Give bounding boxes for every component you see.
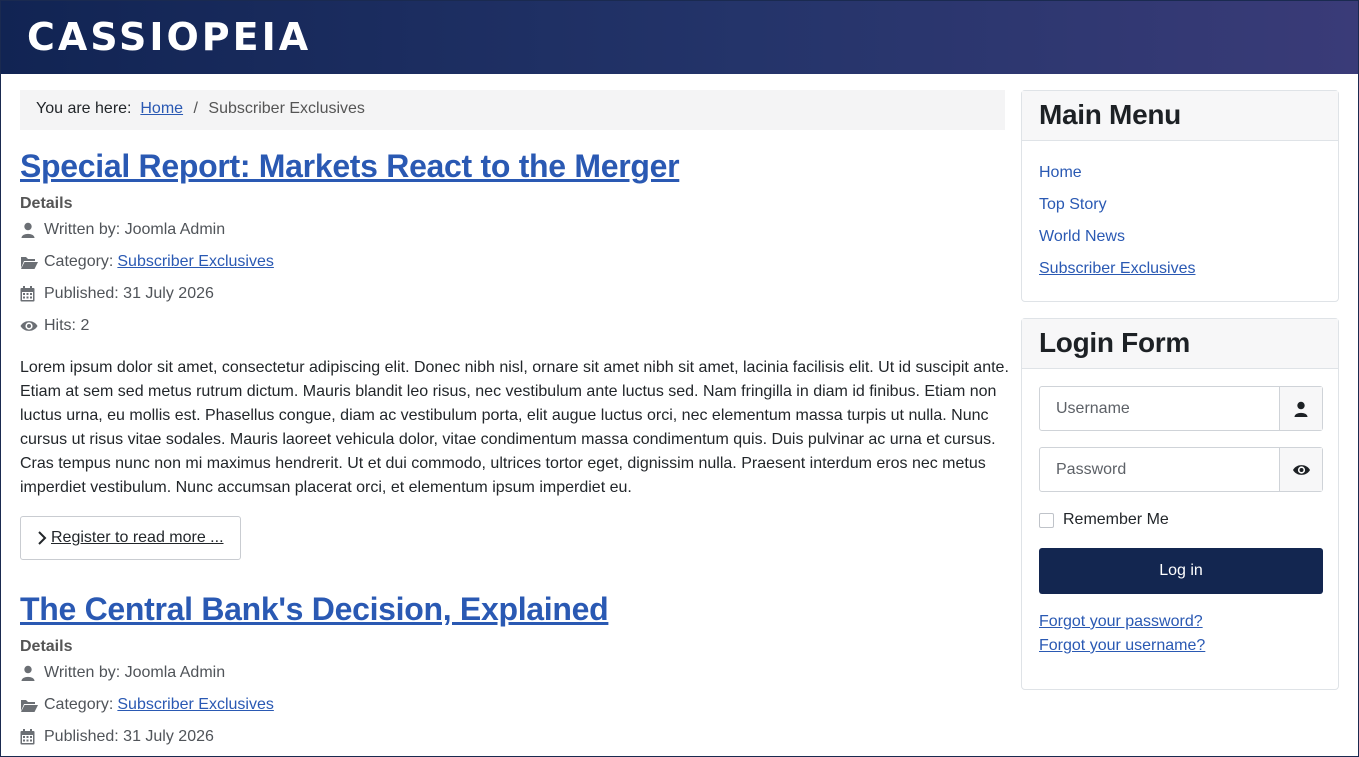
username-input[interactable] bbox=[1040, 387, 1279, 430]
article-intro-text: Lorem ipsum dolor sit amet, consectetur … bbox=[20, 359, 1009, 496]
main-menu-title: Main Menu bbox=[1022, 91, 1338, 141]
menu-item-subscriber-exclusives: Subscriber Exclusives bbox=[1039, 257, 1321, 289]
article-author: Written by: Joomla Admin bbox=[20, 214, 1005, 246]
breadcrumb-home-link[interactable]: Home bbox=[140, 100, 183, 117]
article-details-label: Details bbox=[20, 638, 73, 655]
breadcrumb: You are here: Home / Subscriber Exclusiv… bbox=[20, 90, 1005, 130]
login-button[interactable]: Log in bbox=[1039, 548, 1323, 594]
calendar-icon bbox=[20, 729, 40, 745]
article-author-text: Written by: Joomla Admin bbox=[44, 221, 226, 238]
article-category: Category: Subscriber Exclusives bbox=[20, 689, 1005, 721]
calendar-icon bbox=[20, 286, 40, 302]
remember-me-checkbox[interactable] bbox=[1039, 512, 1054, 528]
forgot-username-link[interactable]: Forgot your username? bbox=[1039, 634, 1205, 658]
breadcrumb-prefix: You are here: bbox=[36, 100, 132, 117]
login-form-title: Login Form bbox=[1022, 319, 1338, 369]
article-category-label: Category: bbox=[44, 253, 114, 270]
remember-me[interactable]: Remember Me bbox=[1039, 511, 1169, 529]
menu-item-top-story: Top Story bbox=[1039, 193, 1321, 225]
page-frame: CASSIOPEIA You are here: Home / Subscrib… bbox=[0, 0, 1359, 757]
article-category-link[interactable]: Subscriber Exclusives bbox=[117, 696, 274, 714]
article-author-text: Written by: Joomla Admin bbox=[44, 664, 226, 681]
article-published-text: Published: 31 July 2026 bbox=[44, 285, 214, 302]
folder-icon bbox=[20, 254, 40, 270]
menu-item-home: Home bbox=[1039, 161, 1321, 193]
username-field bbox=[1039, 386, 1323, 431]
article-hits: Hits: 2 bbox=[20, 310, 1005, 342]
password-field bbox=[1039, 447, 1323, 492]
password-input[interactable] bbox=[1040, 448, 1279, 491]
login-form-module: Login Form Remember Me Log in Forgot you… bbox=[1021, 318, 1339, 690]
user-icon bbox=[20, 665, 40, 681]
article-category-label: Category: bbox=[44, 696, 114, 713]
register-read-more-button[interactable]: Register to read more ... bbox=[20, 516, 241, 560]
remember-me-label: Remember Me bbox=[1063, 511, 1169, 528]
article-item: The Central Bank's Decision, Explained D… bbox=[20, 589, 1005, 753]
article-published: Published: 31 July 2026 bbox=[20, 278, 1005, 310]
forgot-links: Forgot your password? Forgot your userna… bbox=[1039, 610, 1205, 658]
menu-link-subscriber-exclusives[interactable]: Subscriber Exclusives bbox=[1039, 260, 1196, 277]
article-item: Special Report: Markets React to the Mer… bbox=[20, 146, 1009, 560]
chevron-right-icon bbox=[37, 531, 47, 545]
menu-link-home[interactable]: Home bbox=[1039, 164, 1082, 181]
main-menu-module: Main Menu Home Top Story World News Subs… bbox=[1021, 90, 1339, 302]
article-published-text: Published: 31 July 2026 bbox=[44, 728, 214, 745]
article-details-label: Details bbox=[20, 195, 73, 212]
article-hits-text: Hits: 2 bbox=[44, 317, 90, 334]
eye-icon bbox=[20, 318, 40, 334]
user-icon bbox=[1279, 387, 1322, 430]
article-title-link[interactable]: Special Report: Markets React to the Mer… bbox=[20, 146, 680, 186]
article-published: Published: 31 July 2026 bbox=[20, 721, 1005, 753]
article-author: Written by: Joomla Admin bbox=[20, 657, 1005, 689]
menu-link-top-story[interactable]: Top Story bbox=[1039, 196, 1107, 213]
breadcrumb-current: Subscriber Exclusives bbox=[208, 100, 365, 117]
site-brand[interactable]: CASSIOPEIA bbox=[27, 15, 311, 59]
site-header: CASSIOPEIA bbox=[1, 1, 1358, 74]
read-more-label: Register to read more ... bbox=[51, 529, 224, 546]
eye-icon[interactable] bbox=[1279, 448, 1322, 491]
article-category-link[interactable]: Subscriber Exclusives bbox=[117, 253, 274, 271]
breadcrumb-separator: / bbox=[193, 100, 198, 117]
user-icon bbox=[20, 222, 40, 238]
article-title-link[interactable]: The Central Bank's Decision, Explained bbox=[20, 589, 609, 629]
article-category: Category: Subscriber Exclusives bbox=[20, 246, 1005, 278]
main-menu-list: Home Top Story World News Subscriber Exc… bbox=[1022, 141, 1338, 289]
menu-item-world-news: World News bbox=[1039, 225, 1321, 257]
folder-icon bbox=[20, 697, 40, 713]
menu-link-world-news[interactable]: World News bbox=[1039, 228, 1125, 245]
forgot-password-link[interactable]: Forgot your password? bbox=[1039, 610, 1205, 634]
